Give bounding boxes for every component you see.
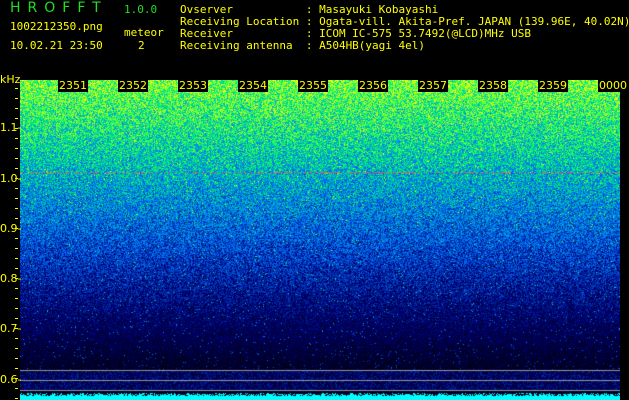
y-minor-tick xyxy=(15,308,18,309)
time-label: 2358 xyxy=(478,80,508,92)
y-minor-tick xyxy=(15,238,18,239)
y-minor-tick xyxy=(15,228,18,229)
time-label: 2351 xyxy=(58,80,88,92)
y-minor-tick xyxy=(15,158,18,159)
meteor-label: meteor xyxy=(124,27,164,39)
filename: 1002212350.png xyxy=(10,21,103,33)
y-minor-tick xyxy=(15,328,18,329)
time-label: 2355 xyxy=(298,80,328,92)
antenna-info: Receiving antenna : A504HB(yagi 4el) xyxy=(180,40,425,52)
time-label: 2357 xyxy=(418,80,448,92)
y-tick-label: 0.6- xyxy=(0,373,21,386)
y-tick-label: 0.8- xyxy=(0,272,21,285)
y-minor-tick xyxy=(15,178,18,179)
time-label: 0000 xyxy=(598,80,628,92)
time-label: 2352 xyxy=(118,80,148,92)
y-minor-tick xyxy=(15,208,18,209)
y-minor-tick xyxy=(15,368,18,369)
time-label: 2356 xyxy=(358,80,388,92)
y-minor-tick xyxy=(15,108,18,109)
y-minor-tick xyxy=(15,88,18,89)
y-minor-tick xyxy=(15,258,18,259)
y-tick-label: 1.0- xyxy=(0,172,21,185)
y-minor-tick xyxy=(15,378,18,379)
y-tick-label: 1.1- xyxy=(0,121,21,134)
y-minor-tick xyxy=(15,278,18,279)
y-axis-unit: kHz xyxy=(0,73,20,86)
y-minor-tick xyxy=(15,118,18,119)
y-tick-label: 0.7- xyxy=(0,322,21,335)
spectrogram xyxy=(20,80,620,400)
y-minor-tick xyxy=(15,188,18,189)
y-tick-label: 0.9- xyxy=(0,222,21,235)
y-minor-tick xyxy=(15,338,18,339)
time-label: 2359 xyxy=(538,80,568,92)
time-label: 2354 xyxy=(238,80,268,92)
version: 1.0.0 xyxy=(124,4,157,16)
y-minor-tick xyxy=(15,128,18,129)
y-minor-tick xyxy=(15,288,18,289)
y-minor-tick xyxy=(15,268,18,269)
y-minor-tick xyxy=(15,298,18,299)
y-minor-tick xyxy=(15,358,18,359)
y-minor-tick xyxy=(15,348,18,349)
y-minor-tick xyxy=(15,388,18,389)
datetime: 10.02.21 23:50 xyxy=(10,40,103,52)
y-minor-tick xyxy=(15,318,18,319)
y-minor-tick xyxy=(15,148,18,149)
y-minor-tick xyxy=(15,98,18,99)
y-minor-tick xyxy=(15,218,18,219)
y-minor-tick xyxy=(15,248,18,249)
app-title: HROFFT xyxy=(10,2,108,14)
meteor-count: 2 xyxy=(138,40,145,52)
y-minor-tick xyxy=(15,168,18,169)
y-minor-tick xyxy=(15,138,18,139)
y-minor-tick xyxy=(15,198,18,199)
y-minor-tick xyxy=(15,398,18,399)
time-label: 2353 xyxy=(178,80,208,92)
